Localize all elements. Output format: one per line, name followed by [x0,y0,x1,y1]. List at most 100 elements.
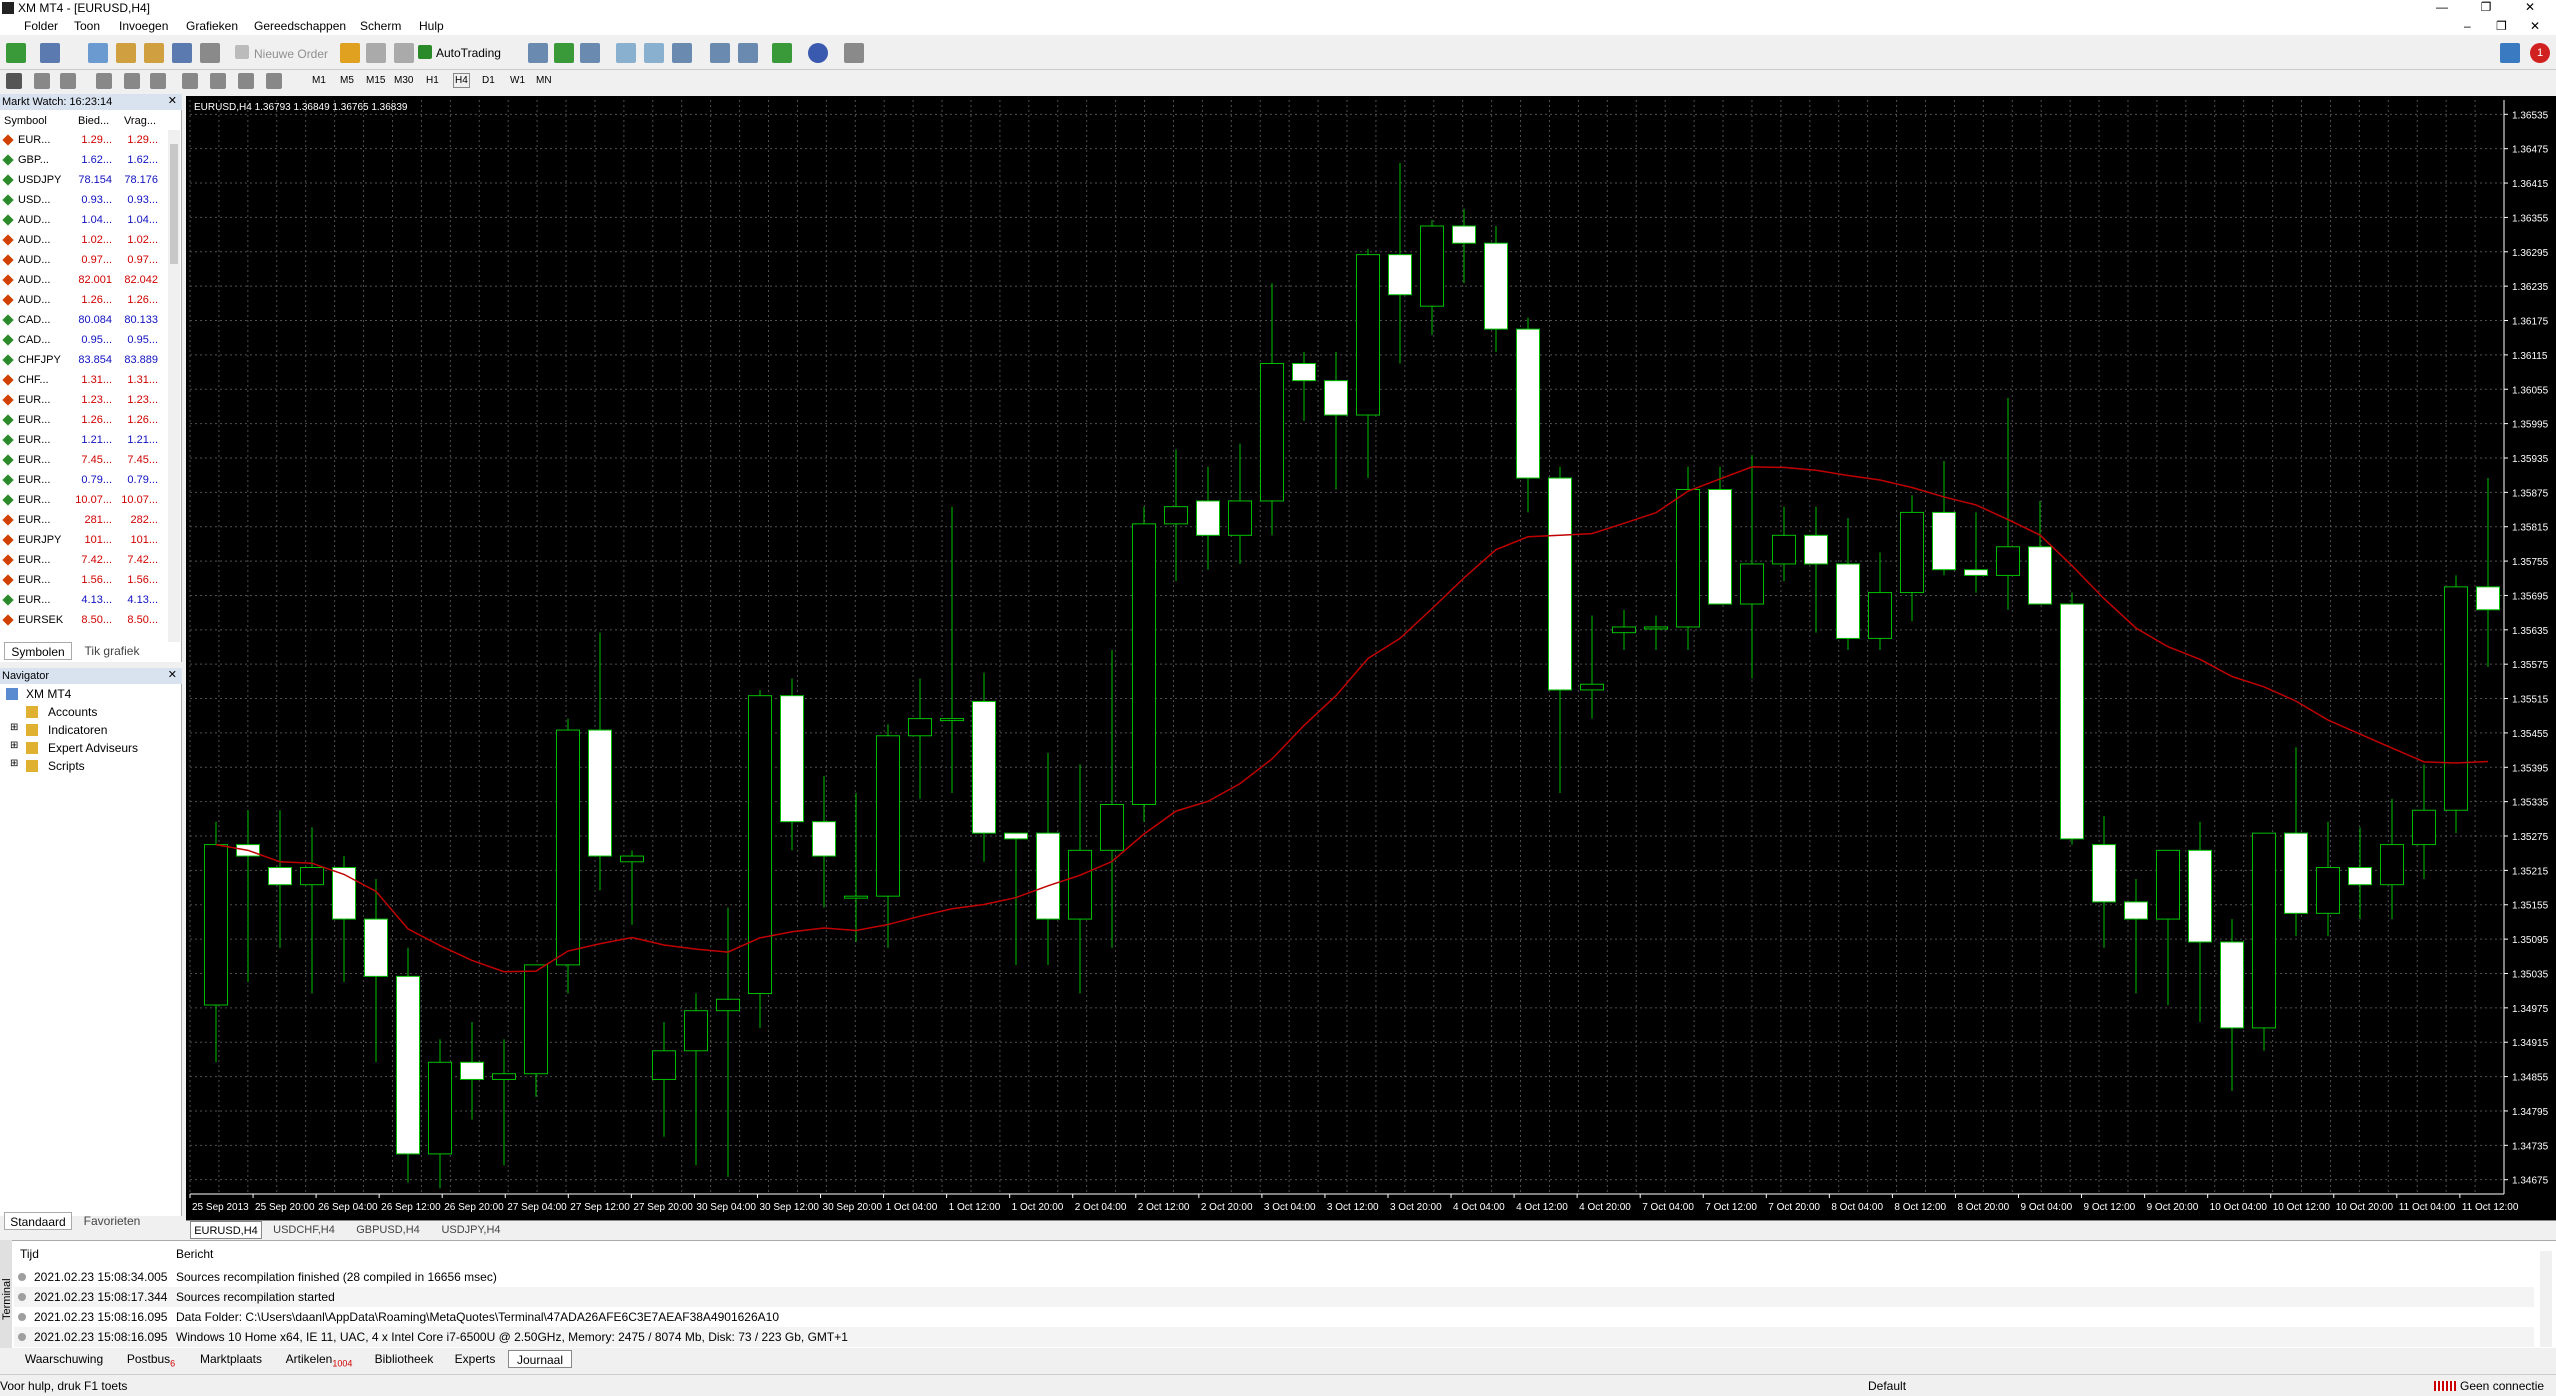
menu-toon[interactable]: Toon [74,19,100,33]
market-watch-row[interactable]: AUD... 0.97... 0.97... [0,250,170,270]
navigator-icon[interactable] [144,43,164,63]
menu-folder[interactable]: Folder [24,19,58,33]
price-chart[interactable]: 1.36535 1.36475 1.36415 1.36355 1.36295 1.362… [186,96,2556,1220]
menu-grafieken[interactable]: Grafieken [186,19,238,33]
chart-shift-icon[interactable] [710,43,730,63]
col-bid[interactable]: Bied... [78,112,109,130]
notifications-badge[interactable]: 1 [2530,43,2550,63]
fibonacci-icon[interactable] [182,73,198,89]
menu-close[interactable]: ✕ [2530,19,2540,33]
vertical-line-icon[interactable] [60,73,76,89]
scrollbar-thumb[interactable] [170,144,178,264]
print-icon[interactable] [366,43,386,63]
indicators-icon[interactable] [772,43,792,63]
col-message[interactable]: Bericht [176,1247,213,1261]
market-watch-row[interactable]: EUR... 1.26... 1.26... [0,410,170,430]
cursor-icon[interactable] [6,73,22,89]
channel-icon[interactable] [150,73,166,89]
menu-minimize[interactable]: – [2464,19,2471,33]
journal-row[interactable]: 2021.02.23 15:08:34.005 Sources recompila… [14,1267,2534,1287]
journal-row[interactable]: 2021.02.23 15:08:16.095 Windows 10 Home x… [14,1327,2534,1347]
market-watch-row[interactable]: EUR... 4.13... 4.13... [0,590,170,610]
menu-hulp[interactable]: Hulp [419,19,444,33]
market-watch-row[interactable]: AUD... 1.26... 1.26... [0,290,170,310]
zoom-out-icon[interactable] [644,43,664,63]
tf-m5[interactable]: M5 [340,75,354,86]
nav-accounts[interactable]: Accounts [48,705,97,719]
market-watch-row[interactable]: EURSEK 8.50... 8.50... [0,610,170,630]
market-watch-row[interactable]: AUD... 82.001 82.042 [0,270,170,290]
market-watch-row[interactable]: EUR... 7.45... 7.45... [0,450,170,470]
terminal-tab[interactable]: Bibliotheek [366,1350,442,1368]
market-watch-row[interactable]: EUR... 0.79... 0.79... [0,470,170,490]
journal-row[interactable]: 2021.02.23 15:08:16.095 Data Folder: C:\U… [14,1307,2534,1327]
restore-button[interactable]: ❐ [2464,0,2508,16]
autotrading-button[interactable]: AutoTrading [436,46,501,60]
templates-icon[interactable] [844,43,864,63]
tab-symbolen[interactable]: Symbolen [4,642,72,660]
chart-tab-usdjpy[interactable]: USDJPY,H4 [434,1221,508,1239]
nav-expert-advisors[interactable]: Expert Adviseurs [48,741,138,755]
minimize-button[interactable]: — [2420,0,2464,16]
text-icon[interactable] [210,73,226,89]
menu-restore[interactable]: ❐ [2496,19,2507,33]
terminal-tab[interactable]: Artikelen1004 [276,1350,362,1368]
terminal-tab[interactable]: Marktplaats [190,1350,272,1368]
tab-favorieten[interactable]: Favorieten [76,1212,148,1230]
candlestick-chart[interactable]: 1.36535 1.36475 1.36415 1.36355 1.36295 1.362… [186,96,2556,1220]
menu-invoegen[interactable]: Invoegen [119,19,168,33]
new-chart-icon[interactable] [6,43,26,63]
bar-chart-icon[interactable] [528,43,548,63]
close-button[interactable]: ✕ [2508,0,2552,16]
label-icon[interactable] [238,73,254,89]
market-watch-row[interactable]: CAD... 0.95... 0.95... [0,330,170,350]
expand-icon[interactable]: ⊞ [10,740,18,751]
tester-icon[interactable] [200,43,220,63]
zoom-in-icon[interactable] [616,43,636,63]
menu-gereedschappen[interactable]: Gereedschappen [254,19,346,33]
new-order-icon[interactable] [235,45,249,59]
market-watch-row[interactable]: EUR... 7.42... 7.42... [0,550,170,570]
nav-root[interactable]: XM MT4 [26,687,71,701]
terminal-tab[interactable]: Postbus6 [116,1350,186,1368]
autotrading-icon[interactable] [418,45,432,59]
market-watch-row[interactable]: EUR... 10.07... 10.07... [0,490,170,510]
market-watch-row[interactable]: USDJPY 78.154 78.176 [0,170,170,190]
market-watch-scrollbar[interactable] [168,130,180,642]
periods-icon[interactable] [808,43,828,63]
tf-w1[interactable]: W1 [510,75,525,86]
terminal-tab[interactable]: Waarschuwing [16,1350,112,1368]
trendline-icon[interactable] [124,73,140,89]
market-watch-row[interactable]: AUD... 1.04... 1.04... [0,210,170,230]
market-watch-row[interactable]: CAD... 80.084 80.133 [0,310,170,330]
col-time[interactable]: Tijd [20,1247,39,1261]
chart-tab-gbpusd[interactable]: GBPUSD,H4 [350,1221,426,1239]
market-watch-row[interactable]: AUD... 1.02... 1.02... [0,230,170,250]
market-watch-row[interactable]: EURJPY 101... 101... [0,530,170,550]
tab-tik-grafiek[interactable]: Tik grafiek [76,642,148,660]
tf-mn[interactable]: MN [536,75,552,86]
signals-icon[interactable] [394,43,414,63]
tf-m30[interactable]: M30 [394,75,413,86]
terminal-icon[interactable] [172,43,192,63]
shapes-icon[interactable] [266,73,282,89]
line-chart-icon[interactable] [580,43,600,63]
tile-windows-icon[interactable] [672,43,692,63]
market-watch-row[interactable]: CHF... 1.31... 1.31... [0,370,170,390]
market-watch-row[interactable]: EUR... 1.23... 1.23... [0,390,170,410]
profiles-icon[interactable] [40,43,60,63]
terminal-scrollbar[interactable] [2540,1251,2552,1347]
menu-scherm[interactable]: Scherm [360,19,401,33]
terminal-tab[interactable]: Journaal [508,1350,572,1368]
tf-d1[interactable]: D1 [482,75,495,86]
market-watch-icon[interactable] [88,43,108,63]
journal-row[interactable]: 2021.02.23 15:08:17.344 Sources recompila… [14,1287,2534,1307]
autoscroll-icon[interactable] [738,43,758,63]
expand-icon[interactable]: ⊞ [10,758,18,769]
data-window-icon[interactable] [116,43,136,63]
crosshair-icon[interactable] [34,73,50,89]
market-watch-row[interactable]: GBP... 1.62... 1.62... [0,150,170,170]
market-watch-row[interactable]: USD... 0.93... 0.93... [0,190,170,210]
chart-tab-usdchf[interactable]: USDCHF,H4 [266,1221,342,1239]
market-watch-row[interactable]: EUR... 1.29... 1.29... [0,130,170,150]
